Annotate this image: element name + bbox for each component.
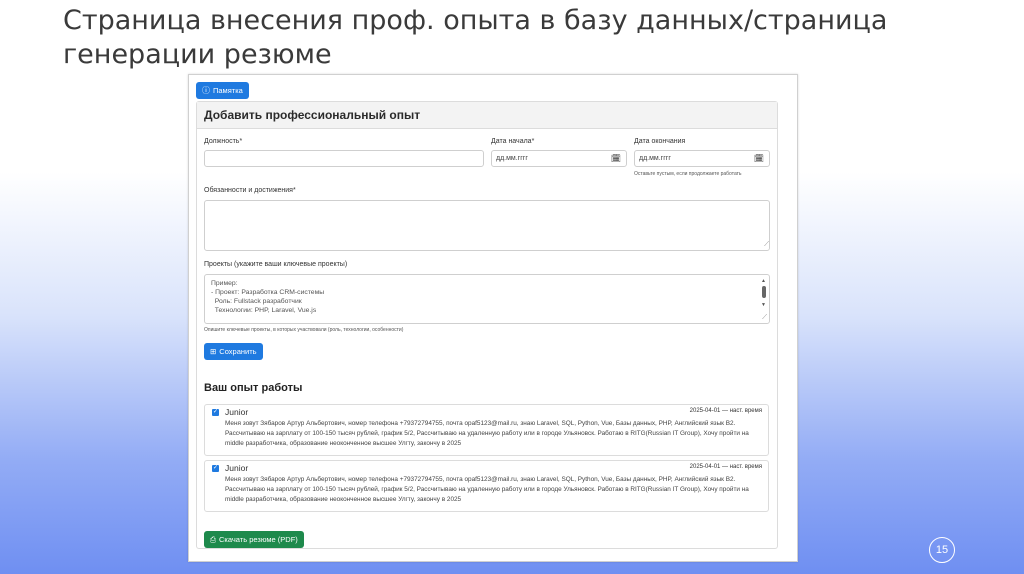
- slide-title: Страница внесения проф. опыта в базу дан…: [63, 4, 963, 72]
- end-date-placeholder: дд.мм.гггг: [639, 155, 671, 162]
- projects-placeholder-line: Роль: Fullstack разработчик: [211, 298, 302, 305]
- end-date-input[interactable]: дд.мм.гггг 🗓: [634, 150, 770, 167]
- checkbox-checked-icon[interactable]: ✓: [212, 465, 219, 472]
- save-button[interactable]: ⊞ Сохранить: [204, 343, 263, 360]
- calendar-icon[interactable]: 🗓: [611, 151, 621, 166]
- duties-label: Обязанности и достижения*: [204, 187, 296, 194]
- add-experience-card: Добавить профессиональный опыт Должность…: [196, 101, 778, 549]
- checkbox-checked-icon[interactable]: ✓: [212, 409, 219, 416]
- save-icon: ⊞: [210, 347, 217, 356]
- experience-item[interactable]: ✓ Junior 2025-04-01 — наст. время Меня з…: [204, 460, 769, 512]
- projects-placeholder-line: Пример:: [211, 280, 238, 287]
- experience-title: Junior: [225, 407, 249, 417]
- position-label: Должность*: [204, 138, 243, 145]
- calendar-icon[interactable]: 🗓: [754, 151, 764, 166]
- memo-button[interactable]: ⓘ Памятка: [196, 82, 249, 99]
- card-title: Добавить профессиональный опыт: [197, 102, 777, 129]
- experience-section-title: Ваш опыт работы: [204, 382, 303, 394]
- resize-handle-icon[interactable]: ⟋: [762, 313, 767, 322]
- download-button-label: Скачать резюме (PDF): [219, 535, 298, 544]
- experience-date: 2025-04-01 — наст. время: [689, 408, 762, 414]
- start-date-label: Дата начала*: [491, 138, 535, 145]
- end-date-hint: Оставьте пустым, если продолжаете работа…: [634, 171, 742, 177]
- save-button-label: Сохранить: [219, 347, 257, 356]
- page-number: 15: [929, 537, 955, 563]
- projects-placeholder-line: Технологии: PHP, Laravel, Vue.js: [211, 307, 317, 314]
- start-date-input[interactable]: дд.мм.гггг 🗓: [491, 150, 627, 167]
- download-icon: ⎙: [210, 535, 216, 544]
- download-resume-button[interactable]: ⎙ Скачать резюме (PDF): [204, 531, 304, 548]
- experience-date: 2025-04-01 — наст. время: [689, 464, 762, 470]
- app-screenshot: ⓘ Памятка Добавить профессиональный опыт…: [188, 74, 798, 562]
- position-input[interactable]: [204, 150, 484, 167]
- experience-title: Junior: [225, 463, 249, 473]
- memo-button-label: Памятка: [213, 86, 243, 95]
- projects-hint: Опишите ключевые проекты, в которых учас…: [204, 327, 404, 333]
- resize-handle-icon[interactable]: ⟋: [764, 241, 769, 249]
- scroll-down-icon[interactable]: ▼: [761, 301, 766, 310]
- projects-label: Проекты (укажите ваши ключевые проекты): [204, 261, 348, 268]
- experience-description: Меня зовут Зябаров Артур Альбертович, но…: [225, 476, 749, 503]
- info-icon: ⓘ: [202, 86, 210, 95]
- end-date-label: Дата окончания: [634, 138, 686, 145]
- scrollbar-thumb[interactable]: [762, 286, 766, 298]
- experience-description: Меня зовут Зябаров Артур Альбертович, но…: [225, 420, 749, 447]
- start-date-placeholder: дд.мм.гггг: [496, 155, 528, 162]
- duties-textarea[interactable]: [204, 200, 770, 251]
- scroll-up-icon[interactable]: ▲: [761, 277, 766, 286]
- slide-title-line-2: генерации резюме: [63, 39, 332, 70]
- projects-placeholder-line: - Проект: Разработка CRM-системы: [211, 289, 325, 296]
- slide-title-line-1: Страница внесения проф. опыта в базу дан…: [63, 5, 888, 36]
- experience-item[interactable]: ✓ Junior 2025-04-01 — наст. время Меня з…: [204, 404, 769, 456]
- projects-textarea[interactable]: Пример: - Проект: Разработка CRM-системы…: [204, 274, 770, 324]
